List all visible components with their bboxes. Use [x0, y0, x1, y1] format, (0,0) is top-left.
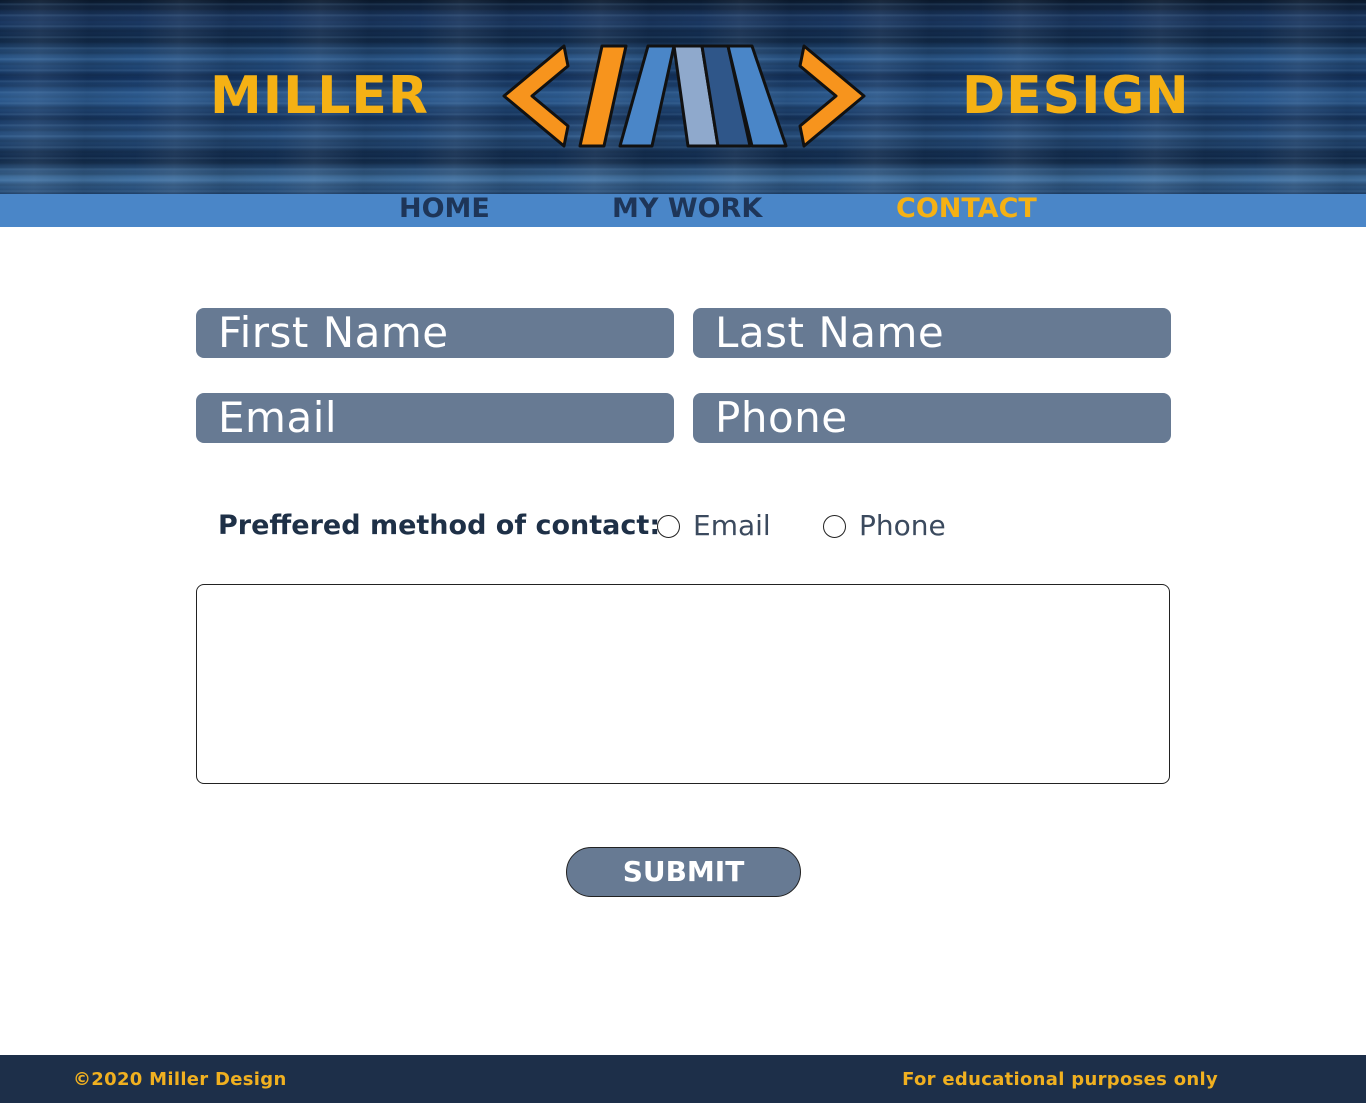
nav-item-my-work[interactable]: MY WORK	[612, 194, 762, 227]
radio-label-email: Email	[693, 509, 771, 542]
radio-button-email[interactable]	[657, 514, 680, 538]
preferred-contact-label: Preffered method of contact:	[218, 510, 661, 541]
slash-icon	[578, 44, 628, 148]
brand-word-left: MILLER	[210, 66, 429, 126]
radio-option-phone[interactable]: Phone	[823, 508, 946, 544]
phone-field[interactable]	[693, 393, 1171, 443]
last-name-field[interactable]	[693, 308, 1171, 358]
right-chevron-icon	[798, 44, 866, 148]
m-left-leg	[618, 44, 676, 148]
nav-item-home[interactable]: HOME	[399, 194, 490, 227]
nav-item-contact[interactable]: CONTACT	[896, 194, 1037, 227]
first-name-field[interactable]	[196, 308, 674, 358]
radio-label-phone: Phone	[859, 509, 946, 542]
footer-disclaimer: For educational purposes only	[902, 1069, 1218, 1090]
footer-copyright: ©2020 Miller Design	[73, 1069, 287, 1090]
radio-button-phone[interactable]	[823, 514, 846, 538]
left-chevron-icon	[502, 44, 570, 148]
email-field[interactable]	[196, 393, 674, 443]
main-nav: HOME MY WORK CONTACT	[0, 194, 1366, 227]
m-logo-icon[interactable]	[496, 40, 872, 152]
message-textarea[interactable]	[196, 584, 1170, 784]
submit-button[interactable]: SUBMIT	[566, 847, 801, 897]
header-banner: MILLER DESIGN	[0, 0, 1366, 194]
brand-word-right: DESIGN	[962, 66, 1190, 126]
footer: ©2020 Miller Design For educational purp…	[0, 1055, 1366, 1103]
radio-option-email[interactable]: Email	[657, 508, 771, 544]
